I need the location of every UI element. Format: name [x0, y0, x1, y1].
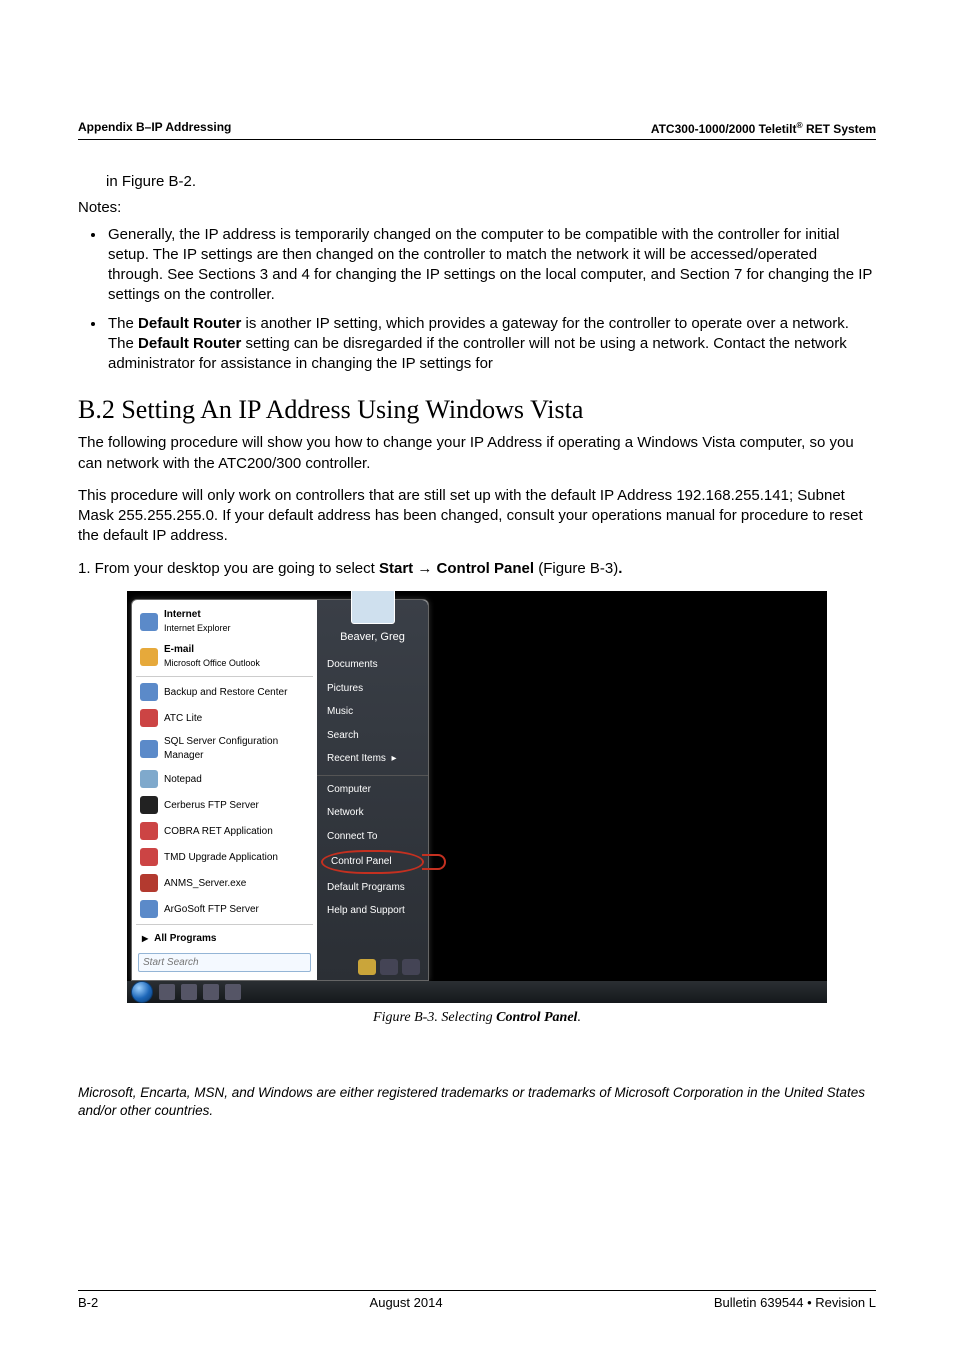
app-icon	[140, 874, 158, 892]
start-menu-item[interactable]: Backup and Restore Center	[132, 679, 317, 705]
start-right-control-panel[interactable]: Control Panel	[321, 850, 424, 874]
start-menu-item[interactable]: Notepad	[132, 766, 317, 792]
start-menu-left-pane: InternetInternet Explorer E-mailMicrosof…	[132, 600, 317, 980]
start-menu-item[interactable]: ATC Lite	[132, 705, 317, 731]
start-orb-icon[interactable]	[131, 981, 153, 1003]
paragraph: The following procedure will show you ho…	[78, 433, 876, 474]
start-right-pictures[interactable]: Pictures	[317, 677, 428, 701]
start-right-default-programs[interactable]: Default Programs	[317, 876, 428, 900]
app-icon	[140, 740, 158, 758]
step-1: 1. From your desktop you are going to se…	[78, 559, 876, 579]
figure-b2-ref: in Figure B-2.	[106, 172, 876, 192]
start-right-network[interactable]: Network	[317, 801, 428, 825]
start-menu-item[interactable]: SQL Server Configuration Manager	[132, 731, 317, 766]
start-menu-item[interactable]: ArGoSoft FTP Server	[132, 896, 317, 922]
user-avatar	[351, 591, 395, 625]
app-icon	[140, 900, 158, 918]
section-heading: B.2 Setting An IP Address Using Windows …	[78, 392, 876, 427]
start-menu-pinned-internet[interactable]: InternetInternet Explorer	[132, 604, 317, 639]
notes-label: Notes:	[78, 198, 876, 218]
start-right-recent-items[interactable]: Recent Items ▸	[317, 747, 428, 771]
paragraph: This procedure will only work on control…	[78, 486, 876, 547]
outlook-icon	[140, 648, 158, 666]
notepad-icon	[140, 770, 158, 788]
footer-left: B-2	[78, 1295, 98, 1310]
start-search-input[interactable]	[138, 953, 311, 972]
start-menu-item[interactable]: TMD Upgrade Application	[132, 844, 317, 870]
power-icon[interactable]	[358, 959, 376, 975]
app-icon	[140, 822, 158, 840]
lock-icon[interactable]	[380, 959, 398, 975]
start-right-search[interactable]: Search	[317, 724, 428, 748]
all-programs[interactable]: All Programs	[132, 927, 317, 951]
start-menu-item[interactable]: COBRA RET Application	[132, 818, 317, 844]
footer-right: Bulletin 639544 • Revision L	[714, 1295, 876, 1310]
figure-b3: Documents Adobe Photosh... Adobe Reader …	[78, 591, 876, 1028]
start-right-computer[interactable]: Computer	[317, 775, 428, 802]
user-name: Beaver, Greg	[317, 630, 428, 645]
page-header: Appendix B–IP Addressing ATC300-1000/200…	[78, 120, 876, 140]
app-icon	[140, 848, 158, 866]
app-icon	[140, 709, 158, 727]
power-buttons[interactable]	[358, 959, 420, 975]
start-right-documents[interactable]: Documents	[317, 653, 428, 677]
app-icon	[140, 683, 158, 701]
start-right-music[interactable]: Music	[317, 700, 428, 724]
trademark-note: Microsoft, Encarta, MSN, and Windows are…	[78, 1084, 876, 1120]
start-menu-item[interactable]: Cerberus FTP Server	[132, 792, 317, 818]
app-icon	[140, 796, 158, 814]
start-menu-item[interactable]: ANMS_Server.exe	[132, 870, 317, 896]
notes-item: The Default Router is another IP setting…	[106, 314, 876, 375]
screenshot-desktop: Documents Adobe Photosh... Adobe Reader …	[127, 591, 827, 1003]
ie-icon	[140, 613, 158, 631]
taskbar-icon[interactable]	[159, 984, 175, 1000]
start-menu: InternetInternet Explorer E-mailMicrosof…	[131, 599, 429, 981]
notes-item: Generally, the IP address is temporarily…	[106, 225, 876, 306]
start-search-box[interactable]	[138, 953, 311, 972]
figure-caption: Figure B-3. Selecting Control Panel.	[78, 1009, 876, 1028]
header-right: ATC300-1000/2000 Teletilt® RET System	[651, 120, 876, 136]
taskbar-icon[interactable]	[181, 984, 197, 1000]
taskbar-icon[interactable]	[225, 984, 241, 1000]
footer-center: August 2014	[370, 1295, 443, 1310]
page-footer: B-2 August 2014 Bulletin 639544 • Revisi…	[78, 1290, 876, 1310]
taskbar[interactable]	[127, 981, 827, 1003]
start-right-help[interactable]: Help and Support	[317, 899, 428, 923]
taskbar-icon[interactable]	[203, 984, 219, 1000]
shutdown-menu-icon[interactable]	[402, 959, 420, 975]
notes-list: Generally, the IP address is temporarily…	[78, 225, 876, 375]
header-left: Appendix B–IP Addressing	[78, 120, 231, 136]
start-menu-right-pane: Beaver, Greg Documents Pictures Music Se…	[317, 600, 428, 980]
start-right-connect-to[interactable]: Connect To	[317, 825, 428, 849]
start-menu-pinned-email[interactable]: E-mailMicrosoft Office Outlook	[132, 639, 317, 674]
